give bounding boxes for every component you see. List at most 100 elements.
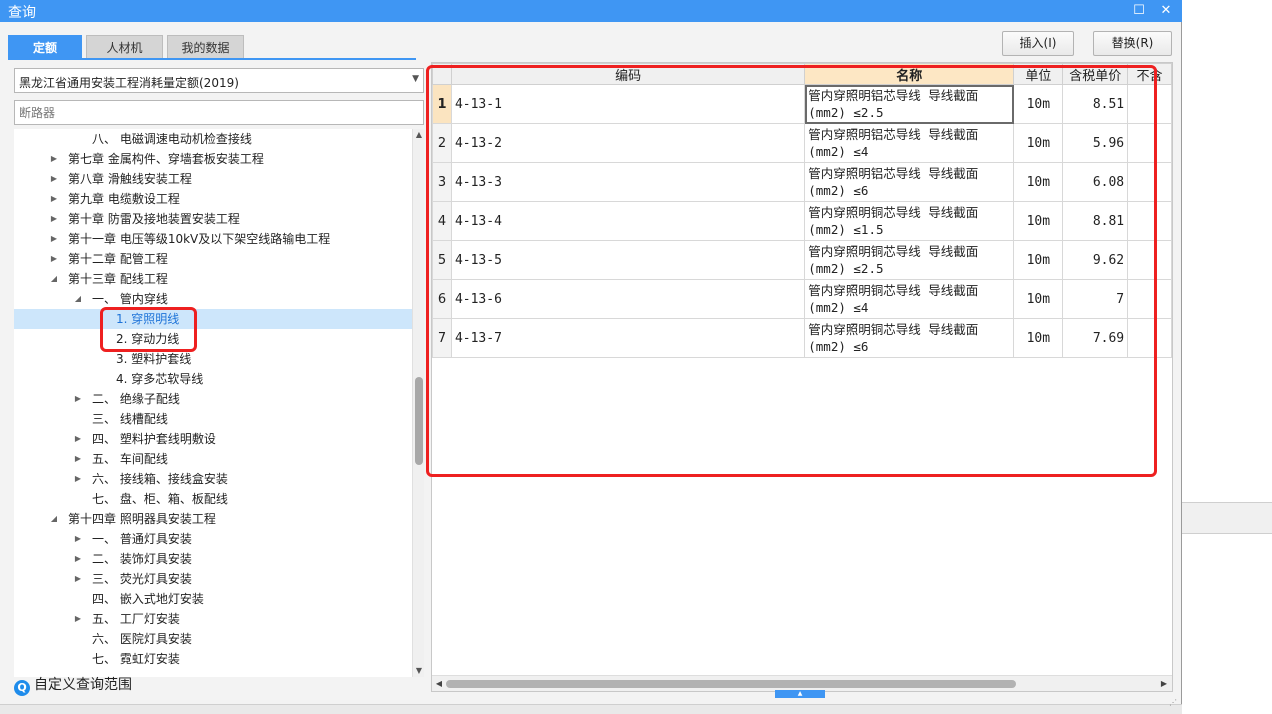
tree-item[interactable]: ▶ 二、 装饰灯具安装 — [14, 549, 412, 569]
tree-item[interactable]: 七、 霓虹灯安装 — [14, 649, 412, 669]
no-tax-price-cell[interactable] — [1127, 279, 1172, 319]
expand-arrow-icon[interactable]: ▶ — [48, 249, 60, 269]
expand-arrow-icon[interactable]: ▶ — [48, 209, 60, 229]
tree-item[interactable]: 2. 穿动力线 — [14, 329, 412, 349]
no-tax-price-cell[interactable] — [1127, 240, 1172, 280]
column-header-unit[interactable]: 单位 — [1013, 63, 1064, 85]
tree-item[interactable]: ▶ 第十二章 配管工程 — [14, 249, 412, 269]
table-row[interactable]: 3 4-13-3 管内穿照明铝芯导线 导线截面 (mm2) ≤6 10m 6.08 — [432, 162, 1172, 202]
name-cell[interactable]: 管内穿照明铜芯导线 导线截面 (mm2) ≤1.5 — [804, 201, 1015, 241]
table-row[interactable]: 7 4-13-7 管内穿照明铜芯导线 导线截面 (mm2) ≤6 10m 7.69 — [432, 318, 1172, 358]
scroll-right-icon[interactable]: ▶ — [1158, 677, 1170, 691]
code-cell[interactable]: 4-13-1 — [450, 84, 806, 124]
tree-item[interactable]: ◢ 第十四章 照明器具安装工程 — [14, 509, 412, 529]
collapse-arrow-icon[interactable]: ◢ — [72, 289, 84, 309]
expand-arrow-icon[interactable]: ▶ — [72, 449, 84, 469]
tax-price-cell[interactable]: 8.81 — [1062, 201, 1129, 241]
no-tax-price-cell[interactable] — [1127, 84, 1172, 124]
tab-quota[interactable]: 定额 — [8, 35, 82, 59]
close-icon[interactable]: ✕ — [1156, 1, 1176, 21]
code-cell[interactable]: 4-13-7 — [450, 318, 806, 358]
no-tax-price-cell[interactable] — [1127, 123, 1172, 163]
expand-arrow-icon[interactable]: ▶ — [48, 149, 60, 169]
tree-item[interactable]: ▶ 第十一章 电压等级10kV及以下架空线路输电工程 — [14, 229, 412, 249]
expand-arrow-icon[interactable]: ▶ — [48, 229, 60, 249]
row-number-cell[interactable]: 1 — [432, 84, 452, 124]
expand-arrow-icon[interactable]: ▶ — [72, 549, 84, 569]
unit-cell[interactable]: 10m — [1013, 240, 1064, 280]
tree-item[interactable]: 六、 医院灯具安装 — [14, 629, 412, 649]
row-number-cell[interactable]: 7 — [432, 318, 452, 358]
tree-item[interactable]: ▶ 五、 工厂灯安装 — [14, 609, 412, 629]
code-cell[interactable]: 4-13-5 — [450, 240, 806, 280]
name-cell[interactable]: 管内穿照明铜芯导线 导线截面 (mm2) ≤6 — [804, 318, 1015, 358]
quota-library-select[interactable]: 黑龙江省通用安装工程消耗量定额(2019) ▼ — [14, 68, 424, 93]
expand-arrow-icon[interactable]: ▶ — [48, 169, 60, 189]
tree-item[interactable]: ▶ 二、 绝缘子配线 — [14, 389, 412, 409]
tree-item[interactable]: ▶ 第七章 金属构件、穿墙套板安装工程 — [14, 149, 412, 169]
column-header-code[interactable]: 编码 — [450, 63, 806, 85]
scroll-up-icon[interactable]: ▲ — [413, 129, 425, 141]
tax-price-cell[interactable]: 5.96 — [1062, 123, 1129, 163]
name-cell[interactable]: 管内穿照明铜芯导线 导线截面 (mm2) ≤4 — [804, 279, 1015, 319]
table-row[interactable]: 6 4-13-6 管内穿照明铜芯导线 导线截面 (mm2) ≤4 10m 7 — [432, 279, 1172, 319]
unit-cell[interactable]: 10m — [1013, 279, 1064, 319]
replace-button[interactable]: 替换(R) — [1093, 31, 1172, 56]
tree-item[interactable]: ▶ 五、 车间配线 — [14, 449, 412, 469]
code-cell[interactable]: 4-13-6 — [450, 279, 806, 319]
tax-price-cell[interactable]: 6.08 — [1062, 162, 1129, 202]
unit-cell[interactable]: 10m — [1013, 84, 1064, 124]
tree-item[interactable]: 3. 塑料护套线 — [14, 349, 412, 369]
expand-arrow-icon[interactable]: ▶ — [72, 569, 84, 589]
expand-arrow-icon[interactable]: ▶ — [72, 429, 84, 449]
name-cell[interactable]: 管内穿照明铜芯导线 导线截面 (mm2) ≤2.5 — [804, 240, 1015, 280]
table-row[interactable]: 5 4-13-5 管内穿照明铜芯导线 导线截面 (mm2) ≤2.5 10m 9.62 — [432, 240, 1172, 280]
unit-cell[interactable]: 10m — [1013, 123, 1064, 163]
title-bar[interactable]: 查询 ☐ ✕ — [0, 0, 1182, 22]
expand-arrow-icon[interactable]: ▶ — [48, 189, 60, 209]
unit-cell[interactable]: 10m — [1013, 201, 1064, 241]
tree-item[interactable]: 八、 电磁调速电动机检查接线 — [14, 129, 412, 149]
maximize-icon[interactable]: ☐ — [1129, 1, 1149, 21]
name-cell[interactable]: 管内穿照明铝芯导线 导线截面 (mm2) ≤6 — [804, 162, 1015, 202]
collapse-arrow-icon[interactable]: ◢ — [48, 269, 60, 289]
tax-price-cell[interactable]: 7 — [1062, 279, 1129, 319]
tree-item[interactable]: 七、 盘、柜、箱、板配线 — [14, 489, 412, 509]
code-cell[interactable]: 4-13-2 — [450, 123, 806, 163]
scroll-down-icon[interactable]: ▼ — [413, 665, 425, 677]
panel-split-handle[interactable]: ▲ — [775, 690, 825, 698]
row-number-cell[interactable]: 3 — [432, 162, 452, 202]
row-number-cell[interactable]: 2 — [432, 123, 452, 163]
name-cell[interactable]: 管内穿照明铝芯导线 导线截面 (mm2) ≤2.5 — [804, 84, 1015, 124]
grid-scroll-thumb[interactable] — [446, 680, 1016, 688]
tree-item[interactable]: 1. 穿照明线 — [14, 309, 412, 329]
insert-button[interactable]: 插入(I) — [1002, 31, 1074, 56]
chevron-down-icon[interactable]: ▼ — [412, 74, 419, 84]
column-header-name[interactable]: 名称 — [804, 63, 1015, 85]
column-header-no-tax-price[interactable]: 不含 — [1127, 63, 1172, 85]
tree-item[interactable]: ▶ 第九章 电缆敷设工程 — [14, 189, 412, 209]
tree-item[interactable]: ▶ 一、 普通灯具安装 — [14, 529, 412, 549]
tax-price-cell[interactable]: 7.69 — [1062, 318, 1129, 358]
tree-item[interactable]: ◢ 一、 管内穿线 — [14, 289, 412, 309]
tree-item[interactable]: 四、 嵌入式地灯安装 — [14, 589, 412, 609]
row-number-cell[interactable]: 4 — [432, 201, 452, 241]
tree-item[interactable]: 4. 穿多芯软导线 — [14, 369, 412, 389]
scroll-left-icon[interactable]: ◀ — [433, 677, 445, 691]
tab-labor-material-machine[interactable]: 人材机 — [86, 35, 163, 59]
table-row[interactable]: 1 4-13-1 管内穿照明铝芯导线 导线截面 (mm2) ≤2.5 10m 8.51 — [432, 84, 1172, 124]
tax-price-cell[interactable]: 8.51 — [1062, 84, 1129, 124]
tax-price-cell[interactable]: 9.62 — [1062, 240, 1129, 280]
grid-horizontal-scrollbar[interactable]: ◀ ▶ — [432, 675, 1172, 691]
tree-item[interactable]: ▶ 六、 接线箱、接线盒安装 — [14, 469, 412, 489]
tree-vertical-scrollbar[interactable]: ▲ ▼ — [412, 129, 424, 677]
no-tax-price-cell[interactable] — [1127, 162, 1172, 202]
row-number-cell[interactable]: 5 — [432, 240, 452, 280]
expand-arrow-icon[interactable]: ▶ — [72, 609, 84, 629]
tree-item[interactable]: ▶ 四、 塑料护套线明敷设 — [14, 429, 412, 449]
no-tax-price-cell[interactable] — [1127, 318, 1172, 358]
code-cell[interactable]: 4-13-4 — [450, 201, 806, 241]
table-row[interactable]: 2 4-13-2 管内穿照明铝芯导线 导线截面 (mm2) ≤4 10m 5.96 — [432, 123, 1172, 163]
no-tax-price-cell[interactable] — [1127, 201, 1172, 241]
tree-item[interactable]: ▶ 第十章 防雷及接地装置安装工程 — [14, 209, 412, 229]
